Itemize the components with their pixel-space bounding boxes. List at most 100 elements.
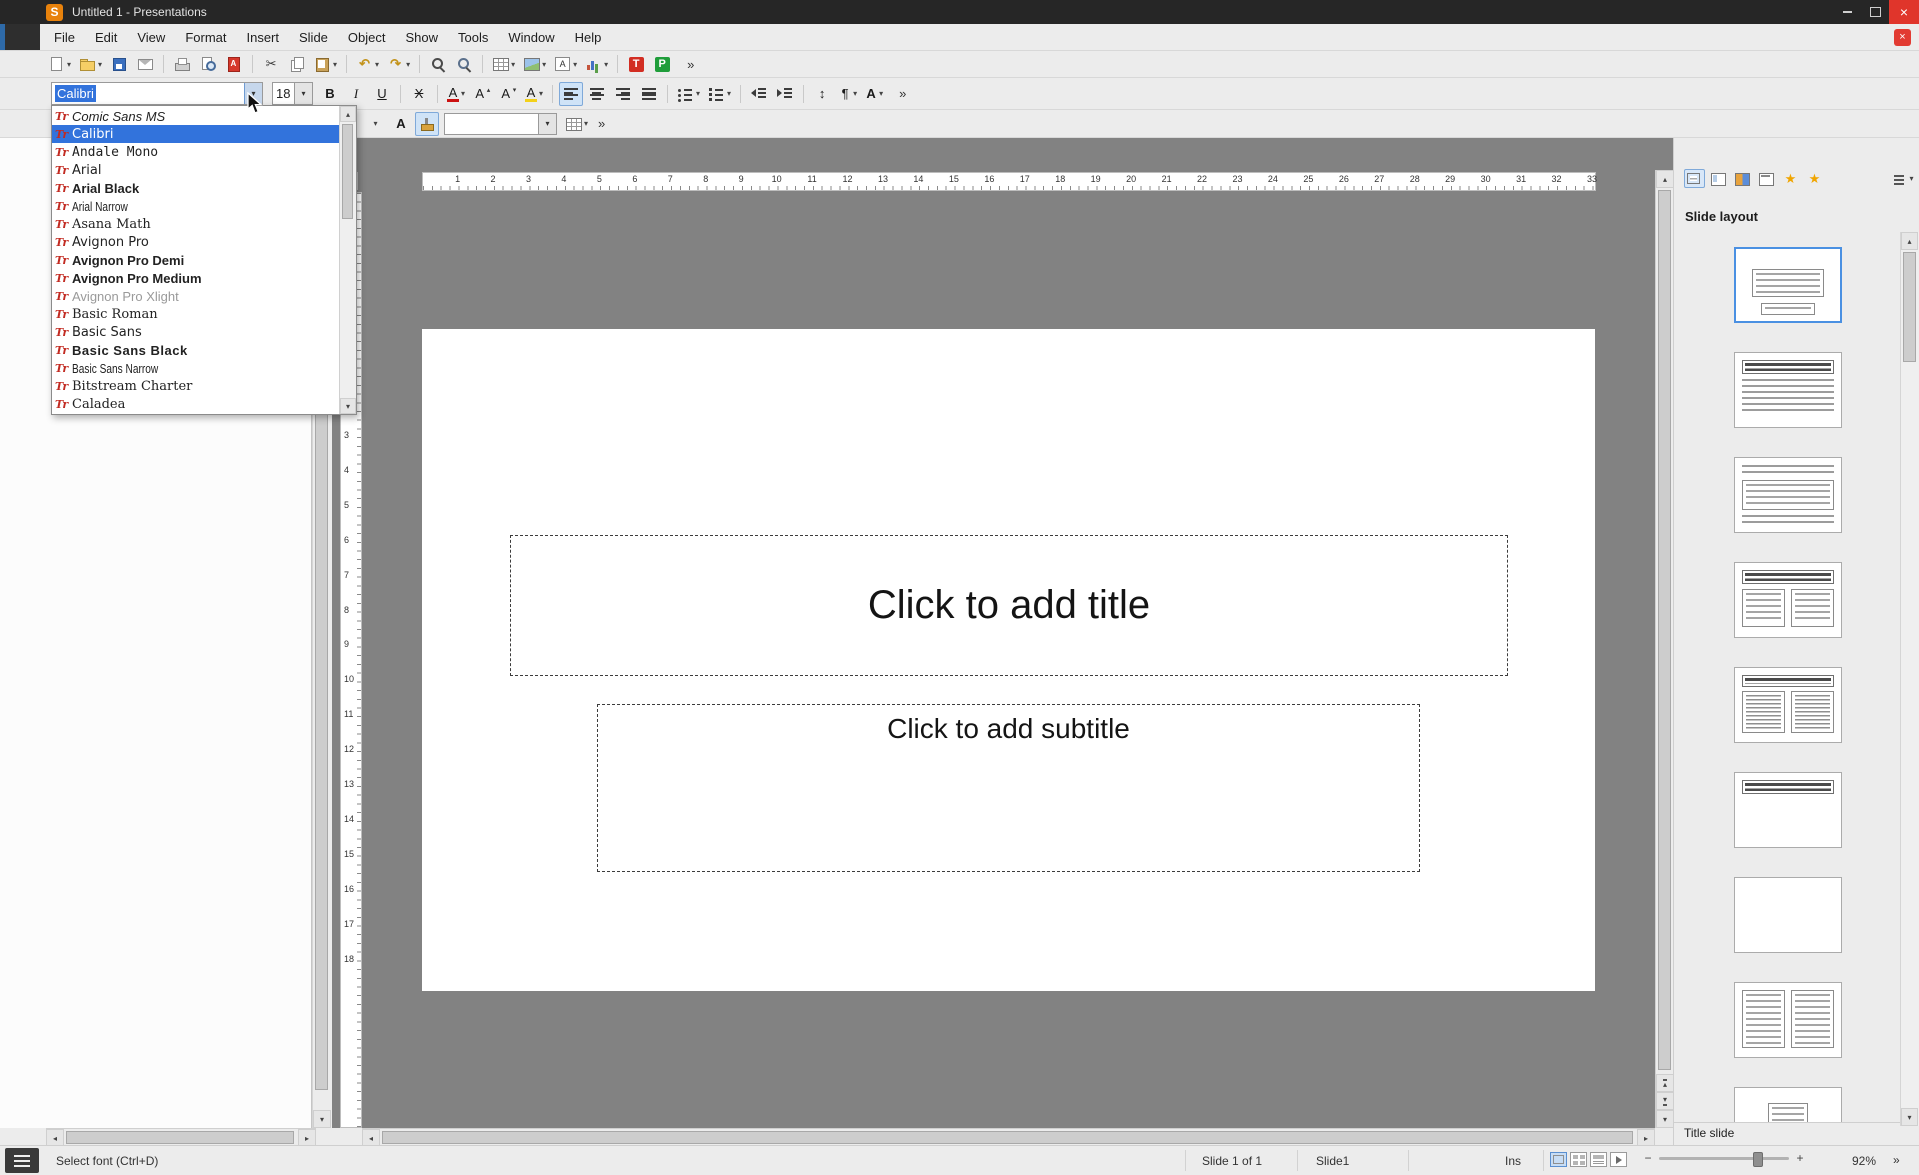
- title-placeholder[interactable]: Click to add title: [510, 535, 1508, 676]
- scroll-up-button[interactable]: ▴: [1901, 232, 1918, 250]
- line-spacing-button[interactable]: ↕: [810, 82, 834, 106]
- menu-item-tools[interactable]: Tools: [448, 26, 498, 49]
- increase-indent-button[interactable]: [773, 82, 797, 106]
- font-option-bitstream-charter[interactable]: TrBitstream Charter: [52, 377, 340, 395]
- layout-thumbnail-7[interactable]: [1734, 877, 1842, 953]
- font-option-arial[interactable]: TrArial: [52, 161, 340, 179]
- menu-item-format[interactable]: Format: [175, 26, 236, 49]
- slide-sorter-button[interactable]: [1570, 1152, 1587, 1167]
- font-option-basic-sans[interactable]: TrBasic Sans: [52, 323, 340, 341]
- align-right-button[interactable]: [611, 82, 635, 106]
- font-color-button[interactable]: A▾: [444, 82, 468, 106]
- numbered-list-button[interactable]: ▾: [705, 82, 734, 106]
- font-option-asana-math[interactable]: TrAsana Math: [52, 215, 340, 233]
- find-button[interactable]: [452, 52, 476, 76]
- cell-grid-button[interactable]: ▾: [562, 112, 591, 136]
- font-size-dropdown-arrow[interactable]: ▾: [294, 83, 312, 104]
- underline-button[interactable]: U: [370, 82, 394, 106]
- next-slide-button[interactable]: ▾: [1656, 1092, 1674, 1110]
- object-style-dropdown-arrow[interactable]: ▾: [538, 114, 556, 134]
- notes-view-button[interactable]: [1590, 1152, 1607, 1167]
- standard-overflow-button[interactable]: »: [683, 57, 698, 72]
- font-option-avignon-pro-demi[interactable]: TrAvignon Pro Demi: [52, 251, 340, 269]
- menu-item-view[interactable]: View: [127, 26, 175, 49]
- menu-item-show[interactable]: Show: [396, 26, 449, 49]
- zoom-in-button[interactable]: +: [1794, 1151, 1806, 1165]
- layout-thumbnail-1[interactable]: [1734, 247, 1842, 323]
- scrollbar-thumb[interactable]: [342, 124, 353, 219]
- object-style-combobox[interactable]: ▾: [444, 113, 557, 135]
- slide-master-button[interactable]: [1756, 169, 1777, 188]
- subtitle-placeholder[interactable]: Click to add subtitle: [597, 704, 1420, 872]
- insert-table-button[interactable]: ▾: [489, 52, 518, 76]
- previous-slide-button[interactable]: ▴: [1656, 1074, 1674, 1092]
- scroll-down-button[interactable]: ▾: [313, 1110, 331, 1128]
- font-option-basic-sans-narrow[interactable]: TrBasic Sans Narrow: [52, 359, 340, 377]
- layout-panel-scrollbar[interactable]: ▴ ▾: [1900, 232, 1919, 1126]
- scrollbar-thumb[interactable]: [66, 1131, 294, 1144]
- menu-item-window[interactable]: Window: [498, 26, 564, 49]
- start-presentation-button[interactable]: [1610, 1152, 1627, 1167]
- zoom-slider[interactable]: [1659, 1157, 1789, 1160]
- open-planmaker-button[interactable]: P: [650, 52, 674, 76]
- scrollbar-thumb[interactable]: [1658, 190, 1671, 1070]
- normal-view-button[interactable]: [1550, 1152, 1567, 1167]
- font-option-caladea[interactable]: TrCaladea: [52, 395, 340, 413]
- zoom-button[interactable]: [426, 52, 450, 76]
- layout-thumbnail-4[interactable]: [1734, 562, 1842, 638]
- align-left-button[interactable]: [559, 82, 583, 106]
- format-paint-button[interactable]: [415, 112, 439, 136]
- scrollbar-thumb[interactable]: [382, 1131, 1633, 1144]
- menu-item-help[interactable]: Help: [565, 26, 612, 49]
- layout-thumbnail-5[interactable]: [1734, 667, 1842, 743]
- strikethrough-button[interactable]: X: [407, 82, 431, 106]
- layout-thumbnail-8[interactable]: [1734, 982, 1842, 1058]
- save-button[interactable]: [107, 52, 131, 76]
- new-document-button[interactable]: ▾: [45, 52, 74, 76]
- open-button[interactable]: ▾: [76, 52, 105, 76]
- paragraph-settings-button[interactable]: ¶▾: [836, 82, 860, 106]
- font-option-arial-narrow[interactable]: TrArial Narrow: [52, 197, 340, 215]
- font-option-andale-mono[interactable]: TrAndale Mono: [52, 143, 340, 161]
- export-pdf-button[interactable]: [222, 52, 246, 76]
- layout-thumbnail-3[interactable]: [1734, 457, 1842, 533]
- font-effects-button[interactable]: A: [389, 112, 413, 136]
- insert-text-frame-button[interactable]: ▾: [551, 52, 580, 76]
- scroll-down-button[interactable]: ▾: [1901, 1108, 1918, 1126]
- slide[interactable]: Click to add title Click to add subtitle: [422, 329, 1595, 991]
- bold-button[interactable]: B: [318, 82, 342, 106]
- shrink-font-button[interactable]: A▾: [496, 82, 520, 106]
- align-justify-button[interactable]: [637, 82, 661, 106]
- zoom-out-button[interactable]: −: [1642, 1151, 1654, 1165]
- close-button[interactable]: ×: [1889, 0, 1919, 24]
- menu-item-file[interactable]: File: [44, 26, 85, 49]
- favorite-star-button[interactable]: ★: [1804, 169, 1825, 188]
- font-option-comic-sans-ms[interactable]: TrComic Sans MS: [52, 107, 340, 125]
- close-document-button[interactable]: ×: [1894, 29, 1911, 46]
- bullet-list-button[interactable]: ▾: [674, 82, 703, 106]
- character-settings-button[interactable]: A▾: [862, 82, 886, 106]
- layout-thumbnail-2[interactable]: [1734, 352, 1842, 428]
- grow-font-button[interactable]: A▴: [470, 82, 494, 106]
- hidden-combo-arrow-button[interactable]: ▾: [363, 112, 387, 136]
- scroll-up-button[interactable]: ▴: [340, 106, 356, 122]
- font-option-avignon-pro[interactable]: TrAvignon Pro: [52, 233, 340, 251]
- decrease-indent-button[interactable]: [747, 82, 771, 106]
- slide-layout-view-button[interactable]: [1684, 169, 1705, 188]
- font-option-calibri[interactable]: TrCalibri: [52, 125, 340, 143]
- content-layouts-button[interactable]: [1708, 169, 1729, 188]
- print-preview-button[interactable]: [196, 52, 220, 76]
- font-option-basic-roman[interactable]: TrBasic Roman: [52, 305, 340, 323]
- menu-item-slide[interactable]: Slide: [289, 26, 338, 49]
- print-button[interactable]: [170, 52, 194, 76]
- open-textmaker-button[interactable]: T: [624, 52, 648, 76]
- font-option-basic-sans-black[interactable]: TrBasic Sans Black: [52, 341, 340, 359]
- vertical-scrollbar[interactable]: ▴ ▴ ▾ ▾: [1655, 170, 1674, 1128]
- layout-thumbnail-6[interactable]: [1734, 772, 1842, 848]
- color-schemes-button[interactable]: [1732, 169, 1753, 188]
- panel-menu-button[interactable]: ▾: [1892, 169, 1913, 188]
- scrollbar-thumb[interactable]: [1903, 252, 1916, 362]
- undo-button[interactable]: ↶▾: [353, 52, 382, 76]
- menu-item-object[interactable]: Object: [338, 26, 396, 49]
- maximize-button[interactable]: [1861, 0, 1889, 24]
